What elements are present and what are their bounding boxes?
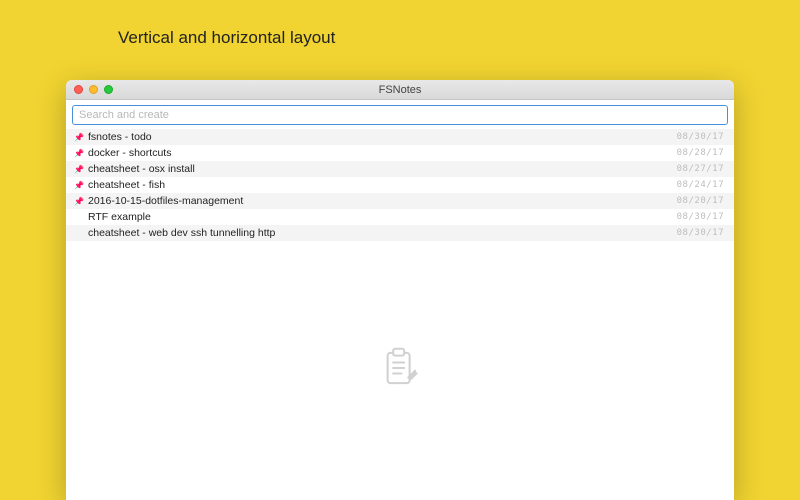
pin-icon: 📌 bbox=[74, 149, 84, 158]
list-item[interactable]: 📌 2016-10-15-dotfiles-management08/20/17 bbox=[66, 193, 734, 209]
list-item[interactable]: RTF example08/30/17 bbox=[66, 209, 734, 225]
editor-pane bbox=[66, 241, 734, 500]
list-item[interactable]: 📌 docker - shortcuts08/28/17 bbox=[66, 145, 734, 161]
note-date: 08/20/17 bbox=[677, 196, 724, 206]
search-input[interactable] bbox=[79, 109, 721, 121]
note-title: 2016-10-15-dotfiles-management bbox=[88, 195, 677, 207]
pin-icon: 📌 bbox=[74, 181, 84, 190]
list-item[interactable]: cheatsheet - web dev ssh tunnelling http… bbox=[66, 225, 734, 241]
note-title: cheatsheet - fish bbox=[88, 179, 677, 191]
list-item[interactable]: 📌 cheatsheet - osx install08/27/17 bbox=[66, 161, 734, 177]
note-date: 08/30/17 bbox=[677, 228, 724, 238]
note-date: 08/24/17 bbox=[677, 180, 724, 190]
window-title: FSNotes bbox=[66, 84, 734, 96]
note-date: 08/30/17 bbox=[677, 212, 724, 222]
note-title: cheatsheet - osx install bbox=[88, 163, 677, 175]
search-field[interactable] bbox=[72, 105, 728, 125]
page-heading: Vertical and horizontal layout bbox=[118, 28, 335, 48]
list-item[interactable]: 📌 cheatsheet - fish08/24/17 bbox=[66, 177, 734, 193]
note-list: 📌fsnotes - todo08/30/17📌docker - shortcu… bbox=[66, 129, 734, 241]
clipboard-empty-icon bbox=[378, 346, 422, 395]
note-title: RTF example bbox=[88, 211, 677, 223]
pin-icon: 📌 bbox=[74, 165, 84, 174]
note-title: fsnotes - todo bbox=[88, 131, 677, 143]
window-titlebar[interactable]: FSNotes bbox=[66, 80, 734, 100]
pin-icon: 📌 bbox=[74, 197, 84, 206]
note-date: 08/30/17 bbox=[677, 132, 724, 142]
note-title: docker - shortcuts bbox=[88, 147, 677, 159]
pin-icon: 📌 bbox=[74, 133, 84, 142]
app-window: FSNotes 📌fsnotes - todo08/30/17📌docker -… bbox=[66, 80, 734, 500]
note-date: 08/27/17 bbox=[677, 164, 724, 174]
list-item[interactable]: 📌 fsnotes - todo08/30/17 bbox=[66, 129, 734, 145]
note-title: cheatsheet - web dev ssh tunnelling http bbox=[88, 227, 677, 239]
note-date: 08/28/17 bbox=[677, 148, 724, 158]
